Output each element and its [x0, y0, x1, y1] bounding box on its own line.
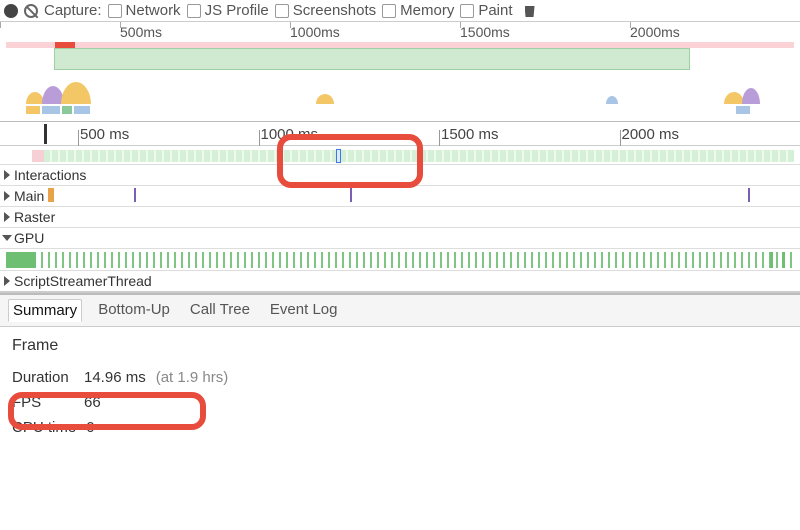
overview-ruler: 500ms 1000ms 1500ms 2000ms — [0, 22, 800, 42]
track-tick: 2000 ms — [620, 126, 800, 145]
detail-row-duration: Duration 14.96 ms (at 1.9 hrs) — [12, 369, 788, 386]
track-main[interactable]: Main — [0, 185, 800, 206]
overview-cpu-row — [6, 80, 794, 104]
frame-selected[interactable] — [336, 149, 341, 163]
detail-value: 0 — [86, 419, 94, 436]
track-label: ScriptStreamerThread — [14, 273, 152, 289]
disclosure-icon[interactable] — [4, 276, 10, 286]
checkbox-icon — [275, 4, 289, 18]
capture-label: Capture: — [44, 2, 102, 19]
track-interactions[interactable]: Interactions — [0, 164, 800, 185]
track-label: Raster — [14, 209, 55, 225]
track-ruler[interactable]: 500 ms 1000 ms 1500 ms 2000 ms — [0, 122, 800, 146]
detail-tabs: Summary Bottom-Up Call Tree Event Log — [0, 293, 800, 327]
checkbox-icon — [108, 4, 122, 18]
detail-key: FPS — [12, 394, 74, 411]
overview-timeline[interactable]: 500ms 1000ms 1500ms 2000ms — [0, 22, 800, 122]
overview-tick: 1500ms — [460, 22, 630, 42]
track-label: Main — [14, 188, 44, 204]
checkbox-icon — [460, 4, 474, 18]
record-button[interactable] — [4, 4, 18, 18]
detail-value: 14.96 ms — [84, 369, 146, 386]
capture-option-paint[interactable]: Paint — [460, 2, 512, 19]
overview-tick: 500ms — [120, 22, 290, 42]
overview-tick: 1000ms — [290, 22, 460, 42]
detail-row-cpu-time: CPU time 0 — [12, 419, 788, 436]
capture-option-network[interactable]: Network — [108, 2, 181, 19]
track-tick: 1000 ms — [259, 126, 440, 145]
overview-tick: 2000ms — [630, 22, 800, 42]
overview-net-row — [6, 106, 794, 116]
frames-band[interactable] — [0, 146, 800, 164]
tab-call-tree[interactable]: Call Tree — [186, 299, 254, 322]
performance-toolbar: Capture: Network JS Profile Screenshots … — [0, 0, 800, 22]
disclosure-icon[interactable] — [4, 191, 10, 201]
detail-value: 66 — [84, 394, 101, 411]
capture-option-screenshots[interactable]: Screenshots — [275, 2, 376, 19]
track-body[interactable] — [48, 186, 800, 206]
checkbox-icon — [187, 4, 201, 18]
disclosure-icon[interactable] — [4, 212, 10, 222]
tab-bottom-up[interactable]: Bottom-Up — [94, 299, 174, 322]
gpu-activity[interactable] — [0, 248, 800, 270]
capture-option-memory[interactable]: Memory — [382, 2, 454, 19]
detail-title: Frame — [12, 337, 788, 355]
tracks-panel: 500 ms 1000 ms 1500 ms 2000 ms Interacti… — [0, 122, 800, 293]
disclosure-icon[interactable] — [4, 170, 10, 180]
checkbox-icon — [382, 4, 396, 18]
tab-summary[interactable]: Summary — [8, 299, 82, 322]
time-cursor[interactable] — [44, 124, 47, 144]
capture-option-js-profile[interactable]: JS Profile — [187, 2, 269, 19]
detail-hint: (at 1.9 hrs) — [156, 369, 229, 386]
track-gpu[interactable]: GPU — [0, 227, 800, 248]
detail-body: Frame Duration 14.96 ms (at 1.9 hrs) FPS… — [0, 327, 800, 487]
track-label: Interactions — [14, 167, 86, 183]
clear-button[interactable] — [24, 4, 38, 18]
disclosure-icon[interactable] — [2, 235, 12, 241]
track-tick: 1500 ms — [439, 126, 620, 145]
tab-event-log[interactable]: Event Log — [266, 299, 342, 322]
track-script-streamer[interactable]: ScriptStreamerThread — [0, 270, 800, 292]
track-raster[interactable]: Raster — [0, 206, 800, 227]
detail-key: Duration — [12, 369, 74, 386]
detail-row-fps: FPS 66 — [12, 394, 788, 411]
fps-bar — [54, 48, 690, 70]
track-label: GPU — [14, 230, 44, 246]
track-tick: 500 ms — [78, 126, 259, 145]
trash-icon[interactable] — [525, 4, 535, 17]
detail-key: CPU time — [12, 419, 76, 436]
frames-ok — [44, 150, 794, 162]
